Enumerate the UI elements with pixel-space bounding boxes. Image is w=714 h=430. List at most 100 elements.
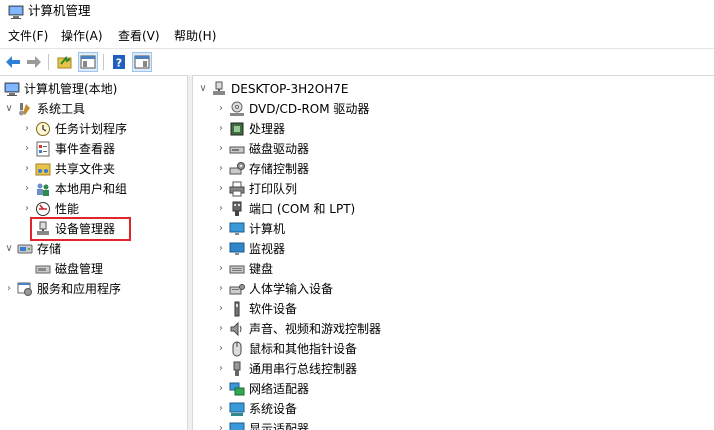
device-category[interactable]: › 软件设备 [216,299,297,319]
chevron-down-icon[interactable]: ∨ [198,79,208,99]
tree-item-label: 共享文件夹 [55,162,116,176]
services-icon [17,282,32,296]
menu-view[interactable]: 查看(V) [118,28,160,44]
chevron-right-icon[interactable]: › [216,299,226,319]
chevron-right-icon[interactable]: › [216,139,226,159]
tree-item-shared-folders[interactable]: › 共享文件夹 [22,159,115,179]
tree-item-services-apps[interactable]: › 服务和应用程序 [4,279,121,299]
device-category[interactable]: › 键盘 [216,259,273,279]
chevron-right-icon[interactable]: › [216,199,226,219]
toolbar: ? [0,48,714,76]
tree-item-system-tools[interactable]: ∨ 系统工具 [4,99,85,119]
computer-name: DESKTOP-3H2OH7E [231,82,349,96]
show-action-pane-button[interactable] [132,52,152,72]
device-tree-pane: ∨ DESKTOP-3H2OH7E › DVD/CD-ROM 驱动器 › 处理器… [192,75,714,430]
tree-root-label: 计算机管理(本地) [24,82,118,96]
storage-icon [17,244,33,254]
help-button[interactable]: ? [109,52,129,72]
display-adapter-icon [229,422,245,430]
title-bar: 计算机管理 [0,0,714,24]
chevron-right-icon[interactable]: › [216,399,226,419]
tree-item-disk-management[interactable]: 磁盘管理 [22,259,103,279]
show-hide-console-tree-button[interactable] [78,52,98,72]
chevron-right-icon[interactable]: › [22,119,32,139]
chevron-right-icon[interactable]: › [216,99,226,119]
device-category-label: 计算机 [249,222,286,236]
device-category-label: 端口 (COM 和 LPT) [249,202,356,216]
port-icon [232,201,242,216]
chevron-right-icon[interactable]: › [216,359,226,379]
tree-root[interactable]: 计算机管理(本地) [4,79,117,99]
chevron-right-icon[interactable]: › [216,119,226,139]
chevron-right-icon[interactable]: › [216,239,226,259]
device-category[interactable]: › 人体学输入设备 [216,279,333,299]
device-category[interactable]: › DVD/CD-ROM 驱动器 [216,99,369,119]
device-category[interactable]: › 鼠标和其他指针设备 [216,339,357,359]
menu-file[interactable]: 文件(F) [8,28,48,44]
device-category[interactable]: › 监视器 [216,239,285,259]
tree-item-event-viewer[interactable]: › 事件查看器 [22,139,115,159]
device-category[interactable]: › 网络适配器 [216,379,309,399]
tree-item-task-scheduler[interactable]: › 任务计划程序 [22,119,127,139]
chevron-right-icon[interactable]: › [216,419,226,430]
chevron-right-icon[interactable]: › [22,139,32,159]
device-category[interactable]: › 端口 (COM 和 LPT) [216,199,355,219]
device-category[interactable]: › 显示适配器 [216,419,309,430]
hid-icon [229,284,245,295]
device-category-label: 存储控制器 [249,162,310,176]
chevron-right-icon[interactable]: › [216,179,226,199]
network-adapter-icon [229,382,245,396]
chevron-right-icon[interactable]: › [22,159,32,179]
device-category[interactable]: › 存储控制器 [216,159,309,179]
console-tree-icon [80,55,96,69]
device-category-label: 键盘 [249,262,274,276]
tree-item-label: 存储 [37,242,62,256]
forward-arrow-icon [27,56,41,68]
chevron-right-icon[interactable]: › [22,199,32,219]
console-tree-pane: 计算机管理(本地) ∨ 系统工具 › 任务计划程序 › 事件查看器 › 共享文件… [0,75,186,430]
device-category[interactable]: › 声音、视频和游戏控制器 [216,319,381,339]
device-category[interactable]: › 打印队列 [216,179,297,199]
chevron-right-icon[interactable]: › [216,319,226,339]
chevron-right-icon[interactable]: › [22,179,32,199]
chevron-right-icon[interactable]: › [216,159,226,179]
device-category[interactable]: › 计算机 [216,219,285,239]
chevron-right-icon[interactable]: › [216,339,226,359]
device-category-label: 磁盘驱动器 [249,142,310,156]
tree-item-label: 任务计划程序 [55,122,128,136]
chevron-right-icon[interactable]: › [216,219,226,239]
device-category[interactable]: › 处理器 [216,119,285,139]
device-category[interactable]: › 系统设备 [216,399,297,419]
back-button[interactable] [3,52,23,72]
menu-help[interactable]: 帮助(H) [174,28,216,44]
event-viewer-icon [36,141,50,157]
device-category-label: 网络适配器 [249,382,310,396]
highlight-annotation [30,217,131,241]
forward-button[interactable] [24,52,44,72]
chevron-right-icon[interactable]: › [4,279,14,299]
device-category-label: 显示适配器 [249,422,310,430]
speaker-icon [230,321,242,337]
tree-item-performance[interactable]: › 性能 [22,199,79,219]
action-pane-icon [134,55,150,69]
menu-action[interactable]: 操作(A) [61,28,103,44]
tree-item-local-users-groups[interactable]: › 本地用户和组 [22,179,127,199]
tree-item-label: 系统工具 [37,102,86,116]
device-tree-root[interactable]: ∨ DESKTOP-3H2OH7E [198,79,348,99]
device-category-label: 系统设备 [249,402,298,416]
chevron-right-icon[interactable]: › [216,279,226,299]
device-category-label: 打印队列 [249,182,298,196]
back-arrow-icon [6,56,20,68]
device-category-label: 人体学输入设备 [249,282,334,296]
tree-item-storage[interactable]: ∨ 存储 [4,239,61,259]
chevron-down-icon[interactable]: ∨ [4,99,14,119]
chevron-right-icon[interactable]: › [216,379,226,399]
device-category[interactable]: › 磁盘驱动器 [216,139,309,159]
device-category[interactable]: › 通用串行总线控制器 [216,359,357,379]
tree-item-label: 磁盘管理 [55,262,104,276]
chevron-down-icon[interactable]: ∨ [4,239,14,259]
up-level-button[interactable] [55,52,75,72]
mouse-icon [232,341,242,357]
computer-management-icon [4,82,20,96]
chevron-right-icon[interactable]: › [216,259,226,279]
